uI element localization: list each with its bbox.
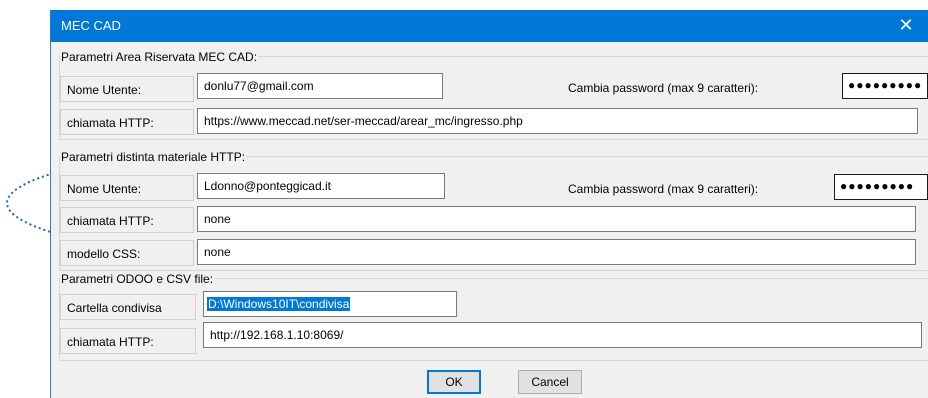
group-odoo-csv: Parametri ODOO e CSV file: Cartella cond… xyxy=(59,272,928,361)
bom-http-label: chiamata HTTP: xyxy=(60,207,194,233)
window-title: MEC CAD xyxy=(61,18,121,33)
mec-user-input[interactable] xyxy=(197,73,443,99)
mec-password-field[interactable]: ●●●●●●●●● xyxy=(842,73,928,99)
bom-user-input[interactable] xyxy=(197,173,445,199)
mec-http-input[interactable] xyxy=(197,108,918,134)
group-mec-cad-title: Parametri Area Riservata MEC CAD: xyxy=(60,50,259,64)
ok-button[interactable]: OK xyxy=(427,370,481,394)
bom-password-field[interactable]: ●●●●●●●●● xyxy=(834,174,928,200)
close-icon[interactable]: ✕ xyxy=(883,10,928,42)
odoo-http-label: chiamata HTTP: xyxy=(60,328,196,354)
mec-password-label: Cambia password (max 9 caratteri): xyxy=(568,81,759,95)
bom-user-label: Nome Utente: xyxy=(60,175,194,201)
mec-cad-dialog: MEC CAD ✕ Parametri Area Riservata MEC C… xyxy=(50,10,928,398)
mec-http-label: chiamata HTTP: xyxy=(60,109,194,135)
bom-css-label: modello CSS: xyxy=(60,240,194,266)
odoo-folder-label: Cartella condivisa xyxy=(60,294,196,320)
group-bom-http: Parametri distinta materiale HTTP: Nome … xyxy=(59,150,928,271)
bom-password-label: Cambia password (max 9 caratteri): xyxy=(568,182,759,196)
group-odoo-title: Parametri ODOO e CSV file: xyxy=(60,272,215,286)
cancel-button[interactable]: Cancel xyxy=(518,370,582,394)
bom-css-input[interactable] xyxy=(197,239,916,265)
mec-user-label: Nome Utente: xyxy=(60,76,194,102)
odoo-folder-selected-text: D:\Windows10IT\condivisa xyxy=(207,297,351,311)
odoo-folder-input[interactable]: D:\Windows10IT\condivisa xyxy=(203,291,457,317)
group-bom-title: Parametri distinta materiale HTTP: xyxy=(60,150,247,164)
odoo-http-input[interactable] xyxy=(203,322,922,348)
bom-http-input[interactable] xyxy=(197,206,916,232)
title-bar: MEC CAD ✕ xyxy=(51,10,928,42)
group-mec-cad: Parametri Area Riservata MEC CAD: Nome U… xyxy=(59,50,928,140)
